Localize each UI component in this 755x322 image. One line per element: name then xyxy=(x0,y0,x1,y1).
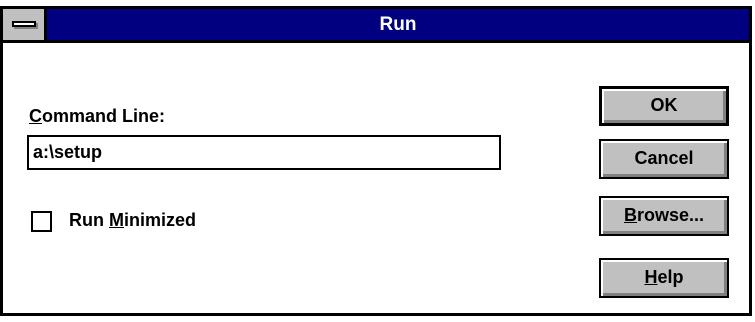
browse-label: rowse... xyxy=(636,205,705,225)
help-hotkey: H xyxy=(644,267,658,287)
command-line-input[interactable] xyxy=(27,135,501,170)
help-button[interactable]: Help xyxy=(599,258,729,298)
run-minimized-label-pre: Run xyxy=(69,210,109,230)
system-menu-icon xyxy=(12,21,36,27)
system-menu-button[interactable] xyxy=(3,9,47,40)
help-label: elp xyxy=(657,267,684,287)
title-bar[interactable]: Run xyxy=(3,9,749,43)
dialog-title: Run xyxy=(379,14,417,35)
run-minimized-checkbox[interactable] xyxy=(31,211,52,232)
run-minimized-label-hotkey: M xyxy=(109,210,124,230)
browse-hotkey: B xyxy=(623,205,637,225)
ok-button[interactable]: OK xyxy=(599,86,729,126)
run-dialog: Run Command Line: Run Minimized OK Cance… xyxy=(0,6,752,316)
cancel-button[interactable]: Cancel xyxy=(599,139,729,179)
run-minimized-label-rest: inimized xyxy=(124,210,197,230)
run-minimized-label[interactable]: Run Minimized xyxy=(69,210,196,231)
command-line-label-hotkey: C xyxy=(29,106,42,126)
browse-button[interactable]: Browse... xyxy=(599,196,729,236)
command-line-label-text: ommand Line: xyxy=(42,106,166,126)
command-line-label: Command Line: xyxy=(29,106,165,127)
